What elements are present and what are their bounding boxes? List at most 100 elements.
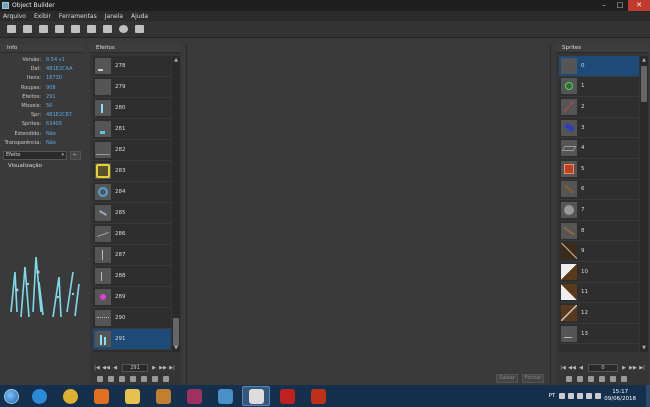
edit-button[interactable] xyxy=(128,375,137,383)
effect-list-item[interactable]: 280 xyxy=(93,98,171,119)
network-icon[interactable] xyxy=(577,393,584,399)
menu-ferramentas[interactable]: Ferramentas xyxy=(59,13,97,20)
next-button[interactable]: ▶ xyxy=(150,364,158,372)
volume-icon[interactable] xyxy=(586,393,593,399)
export-button[interactable] xyxy=(586,375,595,383)
next-fast-button[interactable]: ▶▶ xyxy=(629,364,637,372)
effect-list-item[interactable]: 282 xyxy=(93,140,171,161)
new-button[interactable] xyxy=(5,23,17,35)
next-button[interactable]: ▶ xyxy=(620,364,628,372)
show-desktop-button[interactable] xyxy=(646,385,650,407)
remove-button[interactable] xyxy=(619,375,628,383)
sprite-list-item[interactable]: 7 xyxy=(559,200,639,221)
taskbar-flash-button[interactable] xyxy=(304,386,332,406)
taskbar-winrar-button[interactable] xyxy=(180,386,208,406)
taskbar-book-button[interactable] xyxy=(211,386,239,406)
replace-button[interactable] xyxy=(564,375,573,383)
taskbar-adobe-button[interactable] xyxy=(273,386,301,406)
arrow-up-icon[interactable] xyxy=(559,393,566,399)
taskbar-chrome-button[interactable] xyxy=(56,386,84,406)
taskbar-ie-button[interactable] xyxy=(25,386,53,406)
scroll-thumb[interactable] xyxy=(641,66,647,102)
sprite-list-item[interactable]: 13 xyxy=(559,324,639,345)
effects-scrollbar[interactable]: ▲ ▼ xyxy=(172,56,180,352)
start-button[interactable] xyxy=(0,385,22,407)
close-editor-button[interactable]: Fechar xyxy=(522,374,544,383)
menu-exibir[interactable]: Exibir xyxy=(34,13,51,20)
effect-list-item[interactable]: 283 xyxy=(93,161,171,182)
toggle-panel-button[interactable]: ⇤ xyxy=(70,151,81,160)
sprite-list-item[interactable]: 9 xyxy=(559,241,639,262)
menu-arquivo[interactable]: Arquivo xyxy=(3,13,26,20)
clock[interactable]: 15:17 09/06/2018 xyxy=(604,389,636,403)
menu-ajuda[interactable]: Ajuda xyxy=(131,13,148,20)
scroll-thumb[interactable] xyxy=(173,318,179,346)
last-page-button[interactable]: ▶| xyxy=(638,364,646,372)
language-indicator[interactable]: PT xyxy=(549,393,556,399)
effect-list-item[interactable]: 288 xyxy=(93,266,171,287)
close-button[interactable]: ✕ xyxy=(628,0,650,11)
new-item-button[interactable] xyxy=(150,375,159,383)
replace-button[interactable] xyxy=(95,375,104,383)
minimize-button[interactable]: – xyxy=(596,0,612,11)
sprite-list-item[interactable]: 12 xyxy=(559,303,639,324)
sprite-list-item[interactable]: 2 xyxy=(559,97,639,118)
sprites-list[interactable]: 0 1 2 3 4 5 6 7 8 9 10 11 12 13 xyxy=(559,56,639,352)
find-button[interactable] xyxy=(85,23,97,35)
maximize-button[interactable]: □ xyxy=(612,0,628,11)
lookgenerator-button[interactable] xyxy=(133,23,145,35)
sprite-list-item[interactable]: 8 xyxy=(559,221,639,242)
prev-fast-button[interactable]: ◀◀ xyxy=(102,364,110,372)
taskbar-media-player-button[interactable] xyxy=(87,386,115,406)
effect-list-item[interactable]: 278 xyxy=(93,56,171,77)
effect-list-item[interactable]: 284 xyxy=(93,182,171,203)
category-select[interactable]: Efeito ▾ xyxy=(3,151,67,160)
battery-icon[interactable] xyxy=(595,393,602,399)
effect-list-item[interactable]: 287 xyxy=(93,245,171,266)
last-page-button[interactable]: ▶| xyxy=(168,364,176,372)
page-input[interactable]: 291 xyxy=(122,363,148,372)
import-button[interactable] xyxy=(575,375,584,383)
effect-list-item[interactable]: 285 xyxy=(93,203,171,224)
menu-janela[interactable]: Janela xyxy=(105,13,123,20)
scroll-up-button[interactable]: ▲ xyxy=(172,56,180,64)
save-as-button[interactable] xyxy=(53,23,65,35)
new-item-button[interactable] xyxy=(597,375,606,383)
open-button[interactable] xyxy=(21,23,33,35)
export-button[interactable] xyxy=(117,375,126,383)
save-button[interactable]: Salvar xyxy=(496,374,518,383)
first-page-button[interactable]: |◀ xyxy=(93,364,101,372)
taskbar-object-builder-button[interactable] xyxy=(242,386,270,406)
pages-button[interactable] xyxy=(69,23,81,35)
taskbar-explorer-button[interactable] xyxy=(118,386,146,406)
effect-list-item[interactable]: 281 xyxy=(93,119,171,140)
effects-list[interactable]: 278 279 280 281 282 283 284 285 286 287 288 289 290 2… xyxy=(93,56,171,352)
effect-list-item[interactable]: 286 xyxy=(93,224,171,245)
remove-button[interactable] xyxy=(161,375,170,383)
sprites-scrollbar[interactable]: ▲ ▼ xyxy=(640,56,648,352)
import-button[interactable] xyxy=(101,23,113,35)
prev-button[interactable]: ◀ xyxy=(111,364,119,372)
sprite-list-item[interactable]: 6 xyxy=(559,180,639,201)
sprite-list-item[interactable]: 0 xyxy=(559,56,639,77)
sprite-list-item[interactable]: 10 xyxy=(559,262,639,283)
effect-list-item[interactable]: 289 xyxy=(93,287,171,308)
next-fast-button[interactable]: ▶▶ xyxy=(159,364,167,372)
taskbar-game-button[interactable] xyxy=(149,386,177,406)
prev-button[interactable]: ◀ xyxy=(577,364,585,372)
first-page-button[interactable]: |◀ xyxy=(559,364,567,372)
compile-button[interactable] xyxy=(37,23,49,35)
scroll-up-button[interactable]: ▲ xyxy=(640,56,648,64)
sprite-list-item[interactable]: 11 xyxy=(559,283,639,304)
sprite-list-item[interactable]: 1 xyxy=(559,77,639,98)
scroll-down-button[interactable]: ▼ xyxy=(640,344,648,352)
flag-icon[interactable] xyxy=(568,393,575,399)
page-input[interactable]: 0 xyxy=(588,363,618,372)
duplicate-button[interactable] xyxy=(139,375,148,383)
effect-list-item[interactable]: 279 xyxy=(93,77,171,98)
sprite-list-item[interactable]: 3 xyxy=(559,118,639,139)
sprite-list-item[interactable]: 4 xyxy=(559,138,639,159)
scroll-down-button[interactable]: ▼ xyxy=(172,344,180,352)
animation-button[interactable] xyxy=(117,23,129,35)
effect-list-item[interactable]: 290 xyxy=(93,308,171,329)
